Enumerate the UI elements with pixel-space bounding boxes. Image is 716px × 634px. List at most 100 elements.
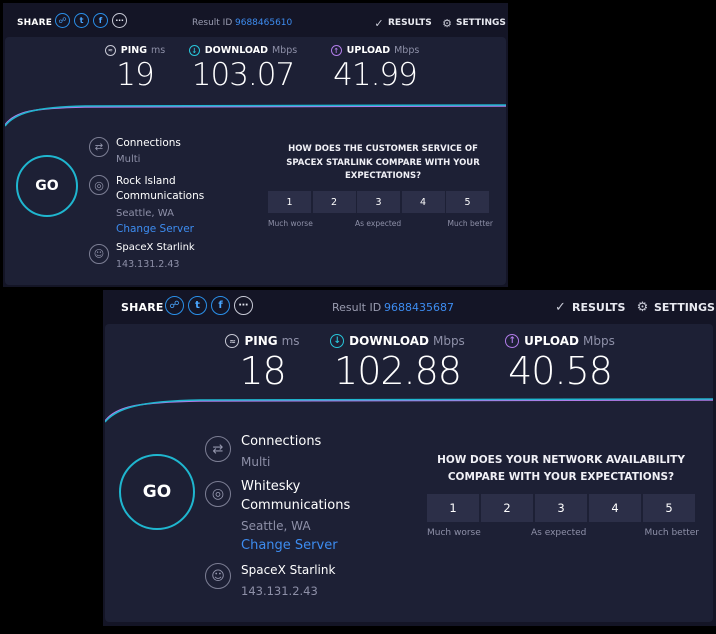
change-server-link[interactable]: Change Server <box>241 538 338 553</box>
go-button[interactable]: GO <box>119 454 195 530</box>
server-name-line2: Communications <box>116 190 205 202</box>
upload-arrow-icon: ↑ <box>505 334 520 348</box>
download-value: 102.88 <box>334 349 462 393</box>
share-label: SHARE <box>17 18 53 28</box>
ping-value: 18 <box>239 349 286 393</box>
rating-option-3[interactable]: 3 <box>357 191 400 213</box>
ping-unit: ms <box>281 334 300 348</box>
more-icon[interactable]: ⋯ <box>112 13 127 28</box>
rating-mid-label: As expected <box>355 219 402 228</box>
link-icon[interactable]: ☍ <box>165 296 184 315</box>
results-label: RESULTS <box>572 300 626 314</box>
go-label: GO <box>142 482 172 502</box>
ping-unit: ms <box>151 45 166 56</box>
rating-option-2[interactable]: 2 <box>312 191 356 213</box>
ping-metric: ≈ PING ms 18 <box>205 334 320 394</box>
survey-question: HOW DOES YOUR NETWORK AVAILABILITY COMPA… <box>425 452 697 486</box>
upload-value: 40.58 <box>508 349 613 393</box>
upload-unit: Mbps <box>583 334 615 348</box>
survey-question-line-2: COMPARE WITH YOUR EXPECTATIONS? <box>447 471 675 483</box>
user-icon: ☺ <box>205 563 231 589</box>
ping-metric: ≈ PING ms 19 <box>85 45 185 94</box>
rating-scale: 1 2 3 4 5 <box>268 191 489 213</box>
facebook-icon[interactable]: f <box>93 13 108 28</box>
results-link[interactable]: ✓ RESULTS <box>373 16 432 30</box>
upload-arrow-icon: ↑ <box>330 45 342 56</box>
upload-unit: Mbps <box>394 45 420 56</box>
connections-value: Multi <box>116 154 141 165</box>
rating-option-1[interactable]: 1 <box>427 494 479 522</box>
rating-low-label: Much worse <box>427 528 481 538</box>
results-link[interactable]: ✓ RESULTS <box>553 300 625 315</box>
upload-label: UPLOAD <box>524 334 580 348</box>
provider-name: SpaceX Starlink <box>241 563 336 577</box>
ping-value: 19 <box>116 57 154 93</box>
result-id-link[interactable]: 9688465610 <box>235 18 292 28</box>
rating-option-4[interactable]: 4 <box>401 191 445 213</box>
rating-low-label: Much worse <box>268 219 313 228</box>
connections-arrows-icon: ⇄ <box>89 137 109 157</box>
survey-question-line-1: HOW DOES THE CUSTOMER SERVICE OF <box>288 144 478 154</box>
rating-scale-labels: Much worse As expected Much better <box>268 219 493 231</box>
settings-link[interactable]: ⚙ SETTINGS <box>441 17 506 30</box>
download-graph-line <box>5 104 506 127</box>
more-icon[interactable]: ⋯ <box>234 296 253 315</box>
server-location: Seattle, WA <box>116 208 174 219</box>
settings-label: SETTINGS <box>654 300 715 314</box>
ping-gauge-icon: ≈ <box>104 45 116 56</box>
speed-graph <box>105 398 713 423</box>
check-circle-icon: ✓ <box>555 299 566 315</box>
results-card: ≈ PING ms 19 ↓ DOWNLOAD Mbps 103.07 ↑ UP… <box>5 37 506 285</box>
download-unit: Mbps <box>432 334 465 348</box>
settings-label: SETTINGS <box>456 18 506 28</box>
facebook-icon[interactable]: f <box>211 296 230 315</box>
download-arrow-icon: ↓ <box>188 45 200 56</box>
share-label: SHARE <box>121 300 164 314</box>
rating-high-label: Much better <box>644 528 699 538</box>
result-id-label: Result ID <box>332 300 382 314</box>
connections-arrows-icon: ⇄ <box>205 436 231 462</box>
link-icon[interactable]: ☍ <box>55 13 70 28</box>
download-graph-line <box>105 398 713 423</box>
rating-option-4[interactable]: 4 <box>589 494 641 522</box>
twitter-icon[interactable]: t <box>188 296 207 315</box>
ping-label: PING <box>244 334 278 348</box>
upload-graph-line <box>105 399 713 422</box>
check-circle-icon: ✓ <box>374 16 384 30</box>
share-icons: ☍ t f ⋯ <box>165 296 253 315</box>
download-value: 103.07 <box>191 57 295 93</box>
speedtest-result-panel-2: SHARE ☍ t f ⋯ Result ID 9688435687 ✓ RES… <box>103 290 716 626</box>
download-metric: ↓ DOWNLOAD Mbps 103.07 <box>173 45 313 94</box>
upload-graph-line <box>5 105 506 126</box>
result-id-link[interactable]: 9688435687 <box>384 301 454 314</box>
results-label: RESULTS <box>388 18 432 28</box>
rating-option-5[interactable]: 5 <box>643 494 695 522</box>
survey-question: HOW DOES THE CUSTOMER SERVICE OF SPACEX … <box>275 143 491 184</box>
rating-mid-label: As expected <box>531 528 587 538</box>
survey-question-line-3: EXPECTATIONS? <box>344 171 422 181</box>
provider-ip: 143.131.2.43 <box>116 259 180 270</box>
settings-link[interactable]: ⚙ SETTINGS <box>635 300 715 315</box>
download-label: DOWNLOAD <box>204 45 268 56</box>
server-location: Seattle, WA <box>241 519 311 533</box>
change-server-link[interactable]: Change Server <box>116 223 194 235</box>
rating-option-3[interactable]: 3 <box>535 494 587 522</box>
go-label: GO <box>35 178 59 194</box>
speed-graph <box>5 104 506 127</box>
rating-high-label: Much better <box>447 219 493 228</box>
gear-icon: ⚙ <box>636 299 649 315</box>
twitter-icon[interactable]: t <box>74 13 89 28</box>
upload-metric: ↑ UPLOAD Mbps 40.58 <box>485 334 635 394</box>
rating-scale-labels: Much worse As expected Much better <box>427 528 699 542</box>
upload-metric: ↑ UPLOAD Mbps 41.99 <box>310 45 440 94</box>
rating-option-5[interactable]: 5 <box>446 191 489 213</box>
server-name-line1: Rock Island <box>116 175 176 187</box>
upload-label: UPLOAD <box>346 45 391 56</box>
connections-title: Connections <box>116 137 181 149</box>
go-button[interactable]: GO <box>16 155 78 217</box>
download-arrow-icon: ↓ <box>330 334 345 348</box>
server-name-line1: Whitesky <box>241 479 301 494</box>
rating-option-1[interactable]: 1 <box>268 191 311 213</box>
result-id-label: Result ID <box>192 18 233 28</box>
rating-option-2[interactable]: 2 <box>481 494 533 522</box>
